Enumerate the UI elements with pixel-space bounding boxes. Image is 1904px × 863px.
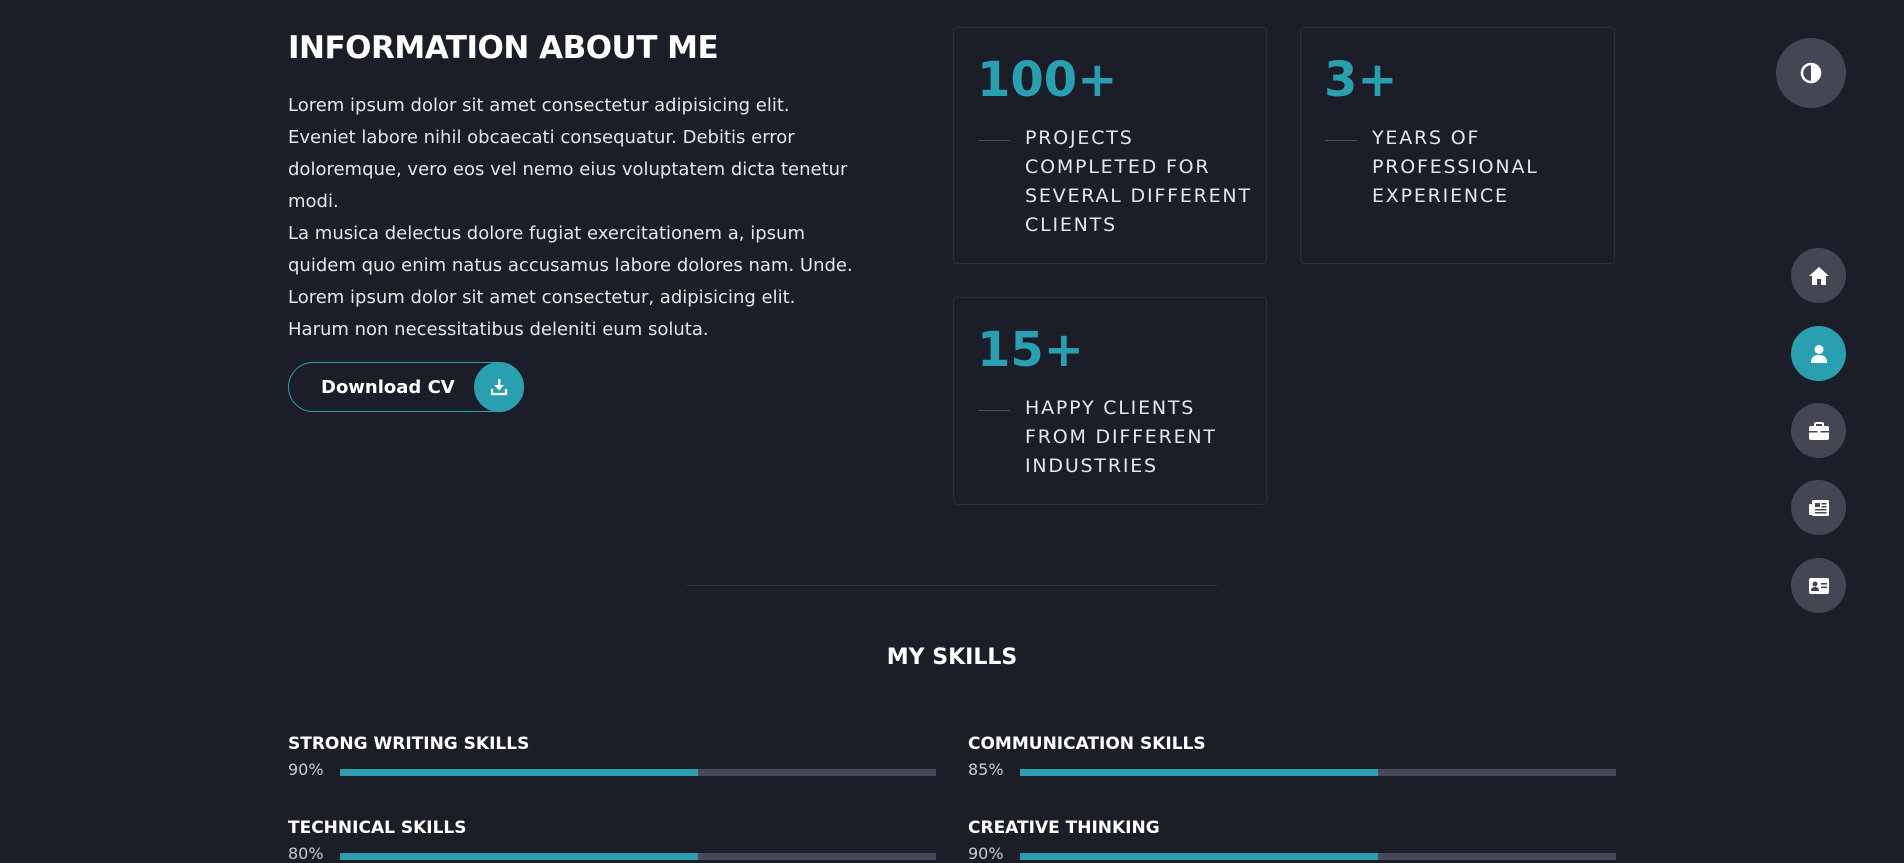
about-page: INFORMATION ABOUT ME Lorem ipsum dolor s… bbox=[0, 0, 1904, 863]
skill-progress-fill bbox=[1020, 853, 1378, 860]
skill-progress-fill bbox=[340, 853, 698, 860]
briefcase-icon bbox=[1808, 421, 1830, 441]
home-icon bbox=[1808, 266, 1830, 286]
skill-name: CREATIVE THINKING bbox=[968, 818, 1160, 838]
about-paragraph-1: Lorem ipsum dolor sit amet consectetur a… bbox=[288, 95, 848, 212]
stat-card-projects: 100+ PROJECTS COMPLETED FOR SEVERAL DIFF… bbox=[953, 27, 1267, 264]
skill-percent: 85% bbox=[968, 760, 1004, 779]
section-divider bbox=[686, 585, 1218, 586]
skill-progress-track bbox=[1020, 853, 1616, 860]
skill-progress-track bbox=[340, 769, 936, 776]
stat-divider bbox=[1325, 140, 1357, 141]
stat-card-experience: 3+ YEARS OF PROFESSIONAL EXPERIENCE bbox=[1300, 27, 1615, 264]
skill-percent: 80% bbox=[288, 844, 324, 863]
skill-name: COMMUNICATION SKILLS bbox=[968, 734, 1206, 754]
skill-item: CREATIVE THINKING 90% bbox=[968, 818, 1616, 863]
skill-progress-track bbox=[340, 853, 936, 860]
skill-item: COMMUNICATION SKILLS 85% bbox=[968, 734, 1616, 784]
nav-portfolio-button[interactable] bbox=[1791, 403, 1846, 458]
skill-percent: 90% bbox=[968, 844, 1004, 863]
skill-progress-track bbox=[1020, 769, 1616, 776]
nav-contact-button[interactable] bbox=[1791, 558, 1846, 613]
skill-progress-fill bbox=[1020, 769, 1378, 776]
contrast-icon bbox=[1799, 61, 1823, 85]
contact-card-icon bbox=[1808, 577, 1830, 595]
download-cv-button[interactable]: Download CV bbox=[288, 362, 524, 412]
stat-number: 15+ bbox=[977, 322, 1085, 378]
stat-divider bbox=[978, 410, 1010, 411]
skill-item: STRONG WRITING SKILLS 90% bbox=[288, 734, 936, 784]
skill-name: TECHNICAL SKILLS bbox=[288, 818, 467, 838]
stat-label: HAPPY CLIENTS FROM DIFFERENT INDUSTRIES bbox=[1025, 397, 1217, 477]
skill-name: STRONG WRITING SKILLS bbox=[288, 734, 530, 754]
skill-progress-fill bbox=[340, 769, 698, 776]
skill-item: TECHNICAL SKILLS 80% bbox=[288, 818, 936, 863]
nav-home-button[interactable] bbox=[1791, 248, 1846, 303]
skills-title: MY SKILLS bbox=[886, 645, 1018, 670]
nav-blog-button[interactable] bbox=[1791, 480, 1846, 535]
newspaper-icon bbox=[1808, 499, 1830, 517]
stat-divider bbox=[978, 140, 1010, 141]
user-icon bbox=[1810, 344, 1828, 364]
nav-about-button[interactable] bbox=[1791, 326, 1846, 381]
stat-label: YEARS OF PROFESSIONAL EXPERIENCE bbox=[1372, 127, 1539, 207]
about-title: INFORMATION ABOUT ME bbox=[288, 30, 719, 66]
stat-number: 100+ bbox=[977, 52, 1118, 108]
stat-number: 3+ bbox=[1324, 52, 1398, 108]
stat-card-clients: 15+ HAPPY CLIENTS FROM DIFFERENT INDUSTR… bbox=[953, 297, 1267, 505]
theme-toggle-button[interactable] bbox=[1776, 38, 1846, 108]
download-icon[interactable] bbox=[474, 362, 524, 412]
stat-label: PROJECTS COMPLETED FOR SEVERAL DIFFERENT… bbox=[1025, 127, 1252, 236]
about-paragraph-2: La musica delectus dolore fugiat exercit… bbox=[288, 223, 853, 340]
skill-percent: 90% bbox=[288, 760, 324, 779]
download-cv-label: Download CV bbox=[321, 376, 455, 398]
